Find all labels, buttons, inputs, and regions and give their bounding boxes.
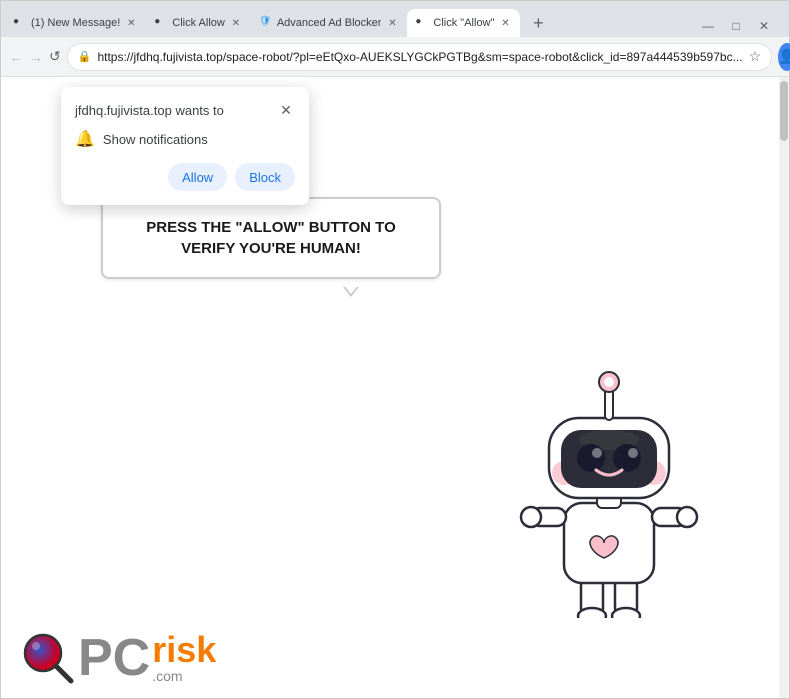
tab-bar: ● (1) New Message! ✕ ● Click Allow ✕ 🛡 A… <box>1 1 789 37</box>
tab-new-message[interactable]: ● (1) New Message! ✕ <box>5 9 146 37</box>
tab-close-4[interactable]: ✕ <box>498 16 512 30</box>
tab-active[interactable]: ● Click "Allow" ✕ <box>407 9 520 37</box>
logo-pc-text: PC <box>78 632 150 684</box>
tab-favicon-1: ● <box>13 16 27 30</box>
bookmark-icon[interactable]: ☆ <box>749 48 762 65</box>
popup-notification-row: 🔔 Show notifications <box>75 129 295 149</box>
reload-icon: ↺ <box>49 48 61 65</box>
tab-favicon-3: 🛡 <box>259 16 273 30</box>
minimize-button[interactable]: — <box>695 15 721 37</box>
browser-frame: ● (1) New Message! ✕ ● Click Allow ✕ 🛡 A… <box>0 0 790 699</box>
notification-popup: jfdhq.fujivista.top wants to ✕ 🔔 Show no… <box>61 87 309 205</box>
popup-buttons: Allow Block <box>75 163 295 191</box>
logo-risk-text: risk <box>152 632 216 668</box>
popup-close-button[interactable]: ✕ <box>277 101 295 119</box>
tab-ad-blocker[interactable]: 🛡 Advanced Ad Blocker ✕ <box>251 9 408 37</box>
popup-header: jfdhq.fujivista.top wants to ✕ <box>75 101 295 119</box>
logo-com-text: .com <box>152 668 216 684</box>
back-icon: ← <box>9 49 23 65</box>
tab-favicon-2: ● <box>154 16 168 30</box>
block-button[interactable]: Block <box>235 163 295 191</box>
close-button[interactable]: ✕ <box>751 15 777 37</box>
allow-button[interactable]: Allow <box>168 163 227 191</box>
speech-bubble: PRESS THE "ALLOW" BUTTON TO VERIFY YOU'R… <box>101 197 441 279</box>
tab-close-2[interactable]: ✕ <box>229 16 243 30</box>
reload-button[interactable]: ↺ <box>49 43 61 71</box>
popup-row-text: Show notifications <box>103 132 208 147</box>
tab-label-2: Click Allow <box>172 17 225 29</box>
logo-magnifier-icon <box>21 631 76 686</box>
robot-svg <box>509 358 709 638</box>
profile-button[interactable]: 👤 <box>778 43 790 71</box>
tab-click-allow[interactable]: ● Click Allow ✕ <box>146 9 251 37</box>
forward-button[interactable]: → <box>29 43 43 71</box>
scrollbar[interactable] <box>779 77 789 698</box>
lock-icon: 🔒 <box>78 50 92 63</box>
logo-area: PC risk .com <box>21 631 216 686</box>
page-content: jfdhq.fujivista.top wants to ✕ 🔔 Show no… <box>1 77 789 698</box>
tab-favicon-4: ● <box>415 16 429 30</box>
tab-close-3[interactable]: ✕ <box>385 16 399 30</box>
popup-title: jfdhq.fujivista.top wants to <box>75 103 224 118</box>
bell-icon: 🔔 <box>75 129 95 149</box>
new-tab-button[interactable]: + <box>524 9 552 37</box>
tab-label-3: Advanced Ad Blocker <box>277 17 382 29</box>
back-button[interactable]: ← <box>9 43 23 71</box>
profile-icon: 👤 <box>778 48 790 65</box>
scrollbar-thumb[interactable] <box>780 81 788 141</box>
url-bar-icons: ☆ <box>749 48 762 65</box>
tab-label-1: (1) New Message! <box>31 17 120 29</box>
speech-text: PRESS THE "ALLOW" BUTTON TO VERIFY YOU'R… <box>146 219 396 257</box>
forward-icon: → <box>29 49 43 65</box>
url-text: https://jfdhq.fujivista.top/space-robot/… <box>97 50 742 64</box>
tab-close-1[interactable]: ✕ <box>124 16 138 30</box>
window-controls: — □ ✕ <box>695 15 785 37</box>
address-bar: ← → ↺ 🔒 https://jfdhq.fujivista.top/spac… <box>1 37 789 77</box>
bottom-logo: PC risk .com <box>1 618 789 698</box>
url-bar[interactable]: 🔒 https://jfdhq.fujivista.top/space-robo… <box>67 43 772 71</box>
maximize-button[interactable]: □ <box>723 15 749 37</box>
tab-label-4: Click "Allow" <box>433 17 494 29</box>
robot-container <box>509 358 709 618</box>
